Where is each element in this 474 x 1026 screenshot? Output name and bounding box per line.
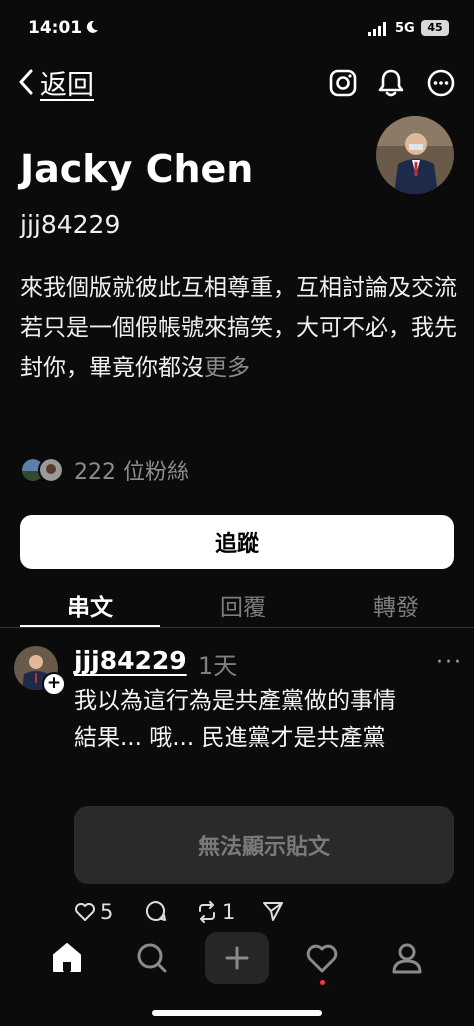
followers-row[interactable]: 222 位粉絲 (20, 454, 189, 486)
home-icon[interactable] (49, 940, 85, 976)
search-icon[interactable] (134, 940, 170, 976)
back-button[interactable]: 返回 (18, 64, 94, 101)
tab-divider (0, 627, 474, 628)
signal-icon (368, 22, 386, 36)
tab-reposts[interactable]: 轉發 (317, 588, 474, 622)
post-text: 我以為這行為是共產黨做的事情 結果... 哦... 民進黨才是共產黨 (74, 683, 454, 757)
like-button[interactable]: 5 (74, 900, 113, 924)
profile-handle: jjj84229 (20, 210, 121, 239)
profile-icon[interactable] (389, 940, 425, 976)
moon-icon (86, 20, 98, 33)
tab-active-indicator (20, 625, 160, 627)
battery-icon: 45 (421, 20, 449, 36)
bio-line: 來我個版就彼此互相尊重，互相討論及交流 (20, 275, 457, 301)
network-label: 5G (395, 21, 415, 36)
profile-bio: 來我個版就彼此互相尊重，互相討論及交流 若只是一個假帳號來搞笑，大可不必，我先封… (20, 268, 460, 388)
status-time: 14:01 (28, 18, 83, 38)
back-label: 返回 (40, 69, 94, 101)
like-count: 5 (100, 900, 114, 924)
activity-heart-icon[interactable] (304, 940, 340, 976)
post-line: 結果... 哦... 民進黨才是共產黨 (74, 725, 386, 751)
repost-icon (199, 901, 215, 923)
repost-button[interactable]: 1 (196, 900, 235, 924)
more-options-icon[interactable] (426, 68, 456, 98)
tab-replies[interactable]: 回覆 (164, 588, 322, 622)
repost-count: 1 (222, 900, 236, 924)
profile-avatar[interactable] (376, 116, 454, 194)
heart-icon (75, 903, 95, 921)
follow-plus-icon[interactable]: + (42, 672, 66, 696)
followers-count: 222 位粉絲 (74, 460, 189, 485)
unavailable-post-card: 無法顯示貼文 (74, 806, 454, 884)
bell-icon[interactable] (376, 68, 406, 98)
follow-button[interactable]: 追蹤 (20, 515, 454, 569)
post-username[interactable]: jjj84229 (74, 646, 187, 675)
plus-icon (225, 946, 249, 970)
comment-icon (145, 900, 166, 921)
chevron-left-icon (19, 69, 33, 95)
post-time: 1天 (198, 652, 238, 680)
share-button[interactable] (262, 900, 284, 922)
bio-more-link[interactable]: 更多 (204, 355, 250, 381)
comment-button[interactable] (145, 900, 167, 922)
post-more-icon[interactable]: ··· (436, 650, 463, 675)
tab-threads[interactable]: 串文 (11, 588, 169, 622)
compose-button[interactable] (205, 932, 269, 984)
instagram-icon[interactable] (328, 68, 358, 98)
post-line: 我以為這行為是共產黨做的事情 (74, 688, 396, 714)
send-icon (263, 902, 283, 921)
home-indicator (152, 1010, 322, 1016)
profile-name: Jacky Chen (20, 147, 254, 191)
follower-avatar (38, 457, 64, 483)
notification-dot (320, 980, 325, 985)
